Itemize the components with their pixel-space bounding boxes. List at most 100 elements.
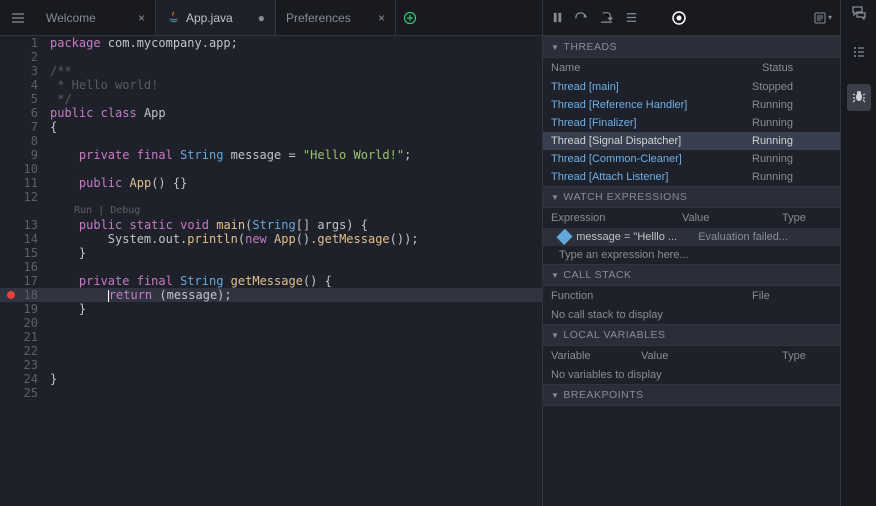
line-number[interactable]: 9	[0, 148, 46, 162]
code-line[interactable]: private final String message = "Hello Wo…	[46, 148, 542, 162]
panel-title: THREADS	[563, 41, 617, 53]
line-number[interactable]: 22	[0, 344, 46, 358]
line-number[interactable]: 19	[0, 302, 46, 316]
code-line[interactable]: private final String getMessage() {	[46, 274, 542, 288]
step-into-button[interactable]	[599, 11, 614, 24]
line-gutter[interactable]: 1234567891011121314151617181920212223242…	[0, 36, 46, 506]
panel-title: WATCH EXPRESSIONS	[563, 191, 687, 203]
java-file-icon	[166, 11, 180, 25]
code-line[interactable]	[46, 260, 542, 274]
line-number[interactable]: 5	[0, 92, 46, 106]
code-line[interactable]: public App() {}	[46, 176, 542, 190]
codelens[interactable]: Run | Debug	[46, 204, 542, 218]
line-number[interactable]: 12	[0, 190, 46, 204]
callstack-empty: No call stack to display	[543, 306, 840, 324]
bug-icon[interactable]	[847, 84, 871, 111]
panel-header-locals[interactable]: ▼LOCAL VARIABLES	[543, 324, 840, 346]
chevron-down-icon: ▼	[551, 43, 559, 52]
tab-welcome[interactable]: Welcome×	[36, 0, 156, 35]
line-number[interactable]: 2	[0, 50, 46, 64]
variable-icon	[556, 229, 572, 245]
code-line[interactable]	[46, 134, 542, 148]
thread-row[interactable]: Thread [Attach Listener]Running	[543, 168, 840, 186]
chat-icon[interactable]	[851, 4, 867, 23]
line-number[interactable]: 25	[0, 386, 46, 400]
line-number[interactable]: 16	[0, 260, 46, 274]
tab-app-java[interactable]: App.java●	[156, 0, 276, 35]
thread-row[interactable]: Thread [Reference Handler]Running	[543, 96, 840, 114]
code-line[interactable]	[46, 344, 542, 358]
watch-row[interactable]: message = "Helllo ...Evaluation failed..…	[543, 228, 840, 246]
debug-toolbar: ▾	[543, 0, 840, 36]
panel-header-watch[interactable]: ▼ WATCH EXPRESSIONS	[543, 186, 840, 208]
chevron-down-icon: ▼	[551, 271, 559, 280]
line-number[interactable]: 8	[0, 134, 46, 148]
code-line[interactable]	[46, 316, 542, 330]
list-icon[interactable]	[852, 45, 866, 62]
code-area[interactable]: package com.mycompany.app; /** * Hello wo…	[46, 36, 542, 506]
code-line[interactable]: System.out.println(new App().getMessage(…	[46, 232, 542, 246]
close-tab-icon[interactable]: ×	[138, 11, 145, 25]
line-number[interactable]: 1	[0, 36, 46, 50]
line-number[interactable]: 18	[0, 288, 46, 302]
panel-title: LOCAL VARIABLES	[563, 329, 665, 341]
code-line[interactable]: }	[46, 246, 542, 260]
line-number[interactable]: 21	[0, 330, 46, 344]
line-number[interactable]: 7	[0, 120, 46, 134]
watch-input[interactable]: Type an expression here...	[543, 246, 840, 264]
line-number[interactable]: 23	[0, 358, 46, 372]
line-number[interactable]: 3	[0, 64, 46, 78]
line-number[interactable]: 4	[0, 78, 46, 92]
add-tab-button[interactable]	[396, 11, 424, 25]
code-line[interactable]: package com.mycompany.app;	[46, 36, 542, 50]
code-line[interactable]	[46, 162, 542, 176]
panel-menu-icon[interactable]: ▾	[813, 11, 832, 25]
line-number[interactable]: 6	[0, 106, 46, 120]
code-line[interactable]: {	[46, 120, 542, 134]
code-line[interactable]: */	[46, 92, 542, 106]
line-number[interactable]: 20	[0, 316, 46, 330]
code-line[interactable]: return (message);	[46, 288, 542, 302]
code-line[interactable]: }	[46, 302, 542, 316]
step-over-button[interactable]	[574, 11, 589, 24]
line-number[interactable]: 13	[0, 218, 46, 232]
line-number[interactable]: 17	[0, 274, 46, 288]
locals-columns: VariableValueType	[543, 346, 840, 366]
thread-row[interactable]: Thread [main]Stopped	[543, 78, 840, 96]
code-line[interactable]: public static void main(String[] args) {	[46, 218, 542, 232]
breakpoint-icon[interactable]	[7, 291, 15, 299]
code-line[interactable]: /**	[46, 64, 542, 78]
thread-row[interactable]: Thread [Finalizer]Running	[543, 114, 840, 132]
panel-header-callstack[interactable]: ▼ CALL STACK	[543, 264, 840, 286]
thread-row[interactable]: Thread [Common-Cleaner]Running	[543, 150, 840, 168]
chevron-down-icon: ▼	[551, 193, 559, 202]
code-line[interactable]	[46, 386, 542, 400]
step-out-button[interactable]	[624, 11, 639, 24]
side-rail	[840, 0, 876, 506]
code-line[interactable]	[46, 190, 542, 204]
line-number[interactable]: 15	[0, 246, 46, 260]
record-button[interactable]	[671, 10, 687, 26]
line-number[interactable]: 10	[0, 162, 46, 176]
close-tab-icon[interactable]: ●	[258, 11, 265, 25]
line-number[interactable]: 11	[0, 176, 46, 190]
code-line[interactable]	[46, 358, 542, 372]
close-tab-icon[interactable]: ×	[378, 11, 385, 25]
thread-row[interactable]: Thread [Signal Dispatcher]Running	[543, 132, 840, 150]
code-line[interactable]: }	[46, 372, 542, 386]
code-line[interactable]	[46, 50, 542, 64]
line-number[interactable]: 24	[0, 372, 46, 386]
line-number[interactable]: 14	[0, 232, 46, 246]
hamburger-menu-icon[interactable]	[0, 0, 36, 36]
threads-columns: NameStatus	[543, 58, 840, 78]
code-editor[interactable]: 1234567891011121314151617181920212223242…	[0, 36, 542, 506]
panel-header-breakpoints[interactable]: ▼BREAKPOINTS	[543, 384, 840, 406]
code-line[interactable]: public class App	[46, 106, 542, 120]
pause-button[interactable]	[551, 11, 564, 24]
chevron-down-icon: ▼	[551, 391, 559, 400]
tab-preferences[interactable]: Preferences×	[276, 0, 396, 35]
panel-header-threads[interactable]: ▼ THREADS	[543, 36, 840, 58]
code-line[interactable]	[46, 330, 542, 344]
code-line[interactable]: * Hello world!	[46, 78, 542, 92]
panel-title: CALL STACK	[563, 269, 631, 281]
